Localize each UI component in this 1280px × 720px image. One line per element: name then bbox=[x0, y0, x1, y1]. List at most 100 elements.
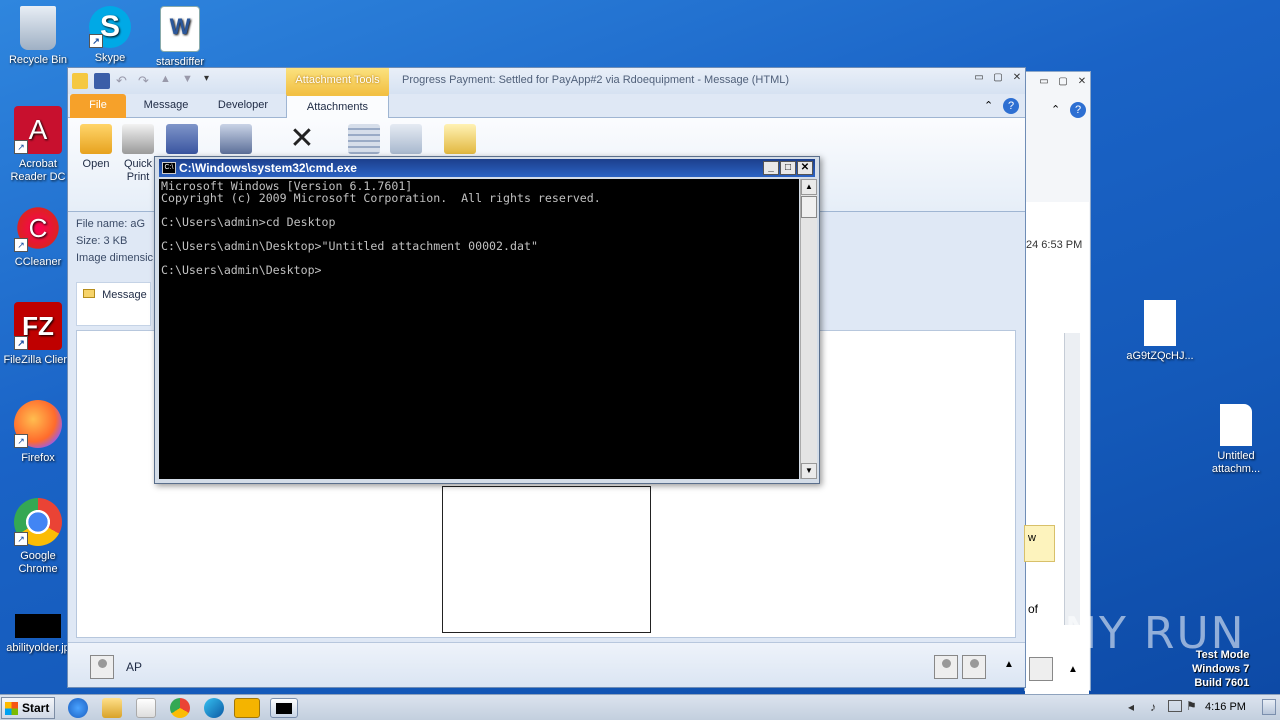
scroll-thumb[interactable] bbox=[801, 196, 817, 218]
shortcut-arrow-icon: ↗ bbox=[89, 34, 103, 48]
minimize-icon[interactable]: ▭ bbox=[1037, 76, 1051, 88]
next-item-icon[interactable]: ▼ bbox=[182, 73, 198, 89]
edge-taskbar-icon[interactable] bbox=[204, 698, 224, 718]
acrobat-label: Acrobat Reader DC bbox=[10, 158, 66, 183]
filezilla-icon: FZ ↗ bbox=[14, 302, 62, 350]
chrome-taskbar-icon[interactable] bbox=[170, 698, 190, 718]
skype-icon: S ↗ bbox=[89, 6, 131, 48]
start-button[interactable]: Start bbox=[1, 697, 55, 719]
window-controls: ▭ ▢ ✕ bbox=[972, 72, 1024, 84]
background-note: w bbox=[1024, 525, 1055, 562]
show-desktop-button[interactable] bbox=[1262, 699, 1276, 715]
contact-avatar[interactable] bbox=[934, 655, 958, 679]
expand-people-pane-icon[interactable]: ▲ bbox=[1004, 659, 1014, 670]
contact-avatar[interactable] bbox=[962, 655, 986, 679]
ag9tzqchj-desktop-icon[interactable]: aG9tZQcHJ... bbox=[1122, 300, 1198, 363]
open-label: Open bbox=[82, 158, 110, 170]
chrome-desktop-icon[interactable]: ↗ Google Chrome bbox=[0, 498, 76, 576]
chrome-label: Google Chrome bbox=[18, 550, 58, 575]
cmd-window[interactable]: C:\ C:\Windows\system32\cmd.exe _ □ ✕ Mi… bbox=[154, 156, 820, 484]
previous-item-icon[interactable]: ▲ bbox=[160, 73, 176, 89]
ccleaner-label: CCleaner bbox=[14, 256, 62, 268]
tray-expand-icon[interactable]: ◂ bbox=[1128, 700, 1134, 714]
scroll-down-icon[interactable]: ▼ bbox=[801, 463, 817, 479]
customize-toolbar-icon[interactable]: ▾ bbox=[204, 73, 220, 89]
background-scrollbar[interactable] bbox=[1064, 333, 1080, 625]
untitled-attachment-label: Untitled attachm... bbox=[1211, 450, 1261, 475]
action-center-flag-icon[interactable]: ⚑ bbox=[1186, 699, 1197, 713]
ccleaner-desktop-icon[interactable]: C ↗ CCleaner bbox=[0, 204, 76, 269]
tab-developer[interactable]: Developer bbox=[208, 94, 278, 118]
message-item-tab[interactable]: Message bbox=[76, 282, 151, 326]
quick-print-button[interactable]: Quick Print bbox=[118, 124, 158, 184]
background-received-time: 24 6:53 PM bbox=[1026, 239, 1083, 251]
close-icon[interactable]: ✕ bbox=[1075, 76, 1089, 88]
maximize-icon[interactable]: □ bbox=[780, 161, 796, 175]
acrobat-desktop-icon[interactable]: A ↗ Acrobat Reader DC bbox=[0, 106, 76, 184]
close-icon[interactable]: ✕ bbox=[1010, 72, 1024, 84]
firefox-desktop-icon[interactable]: ↗ Firefox bbox=[0, 400, 76, 465]
cmd-title-bar[interactable]: C:\ C:\Windows\system32\cmd.exe _ □ ✕ bbox=[159, 159, 815, 177]
minimize-icon[interactable]: _ bbox=[763, 161, 779, 175]
skype-label: Skype bbox=[94, 52, 126, 64]
volume-icon[interactable]: ♪ bbox=[1150, 700, 1156, 714]
tab-file[interactable]: File bbox=[70, 94, 126, 118]
open-button[interactable]: Open bbox=[76, 124, 116, 170]
show-message-button[interactable] bbox=[440, 124, 480, 158]
attachment-info: File name: aG Size: 3 KB Image dimensic bbox=[76, 216, 153, 267]
cmd-scrollbar[interactable]: ▲ ▼ bbox=[800, 179, 817, 479]
chrome-icon: ↗ bbox=[14, 498, 62, 546]
firefox-icon: ↗ bbox=[14, 400, 62, 448]
internet-explorer-taskbar-icon[interactable] bbox=[68, 698, 88, 718]
undo-icon[interactable]: ↶ bbox=[116, 73, 132, 89]
save-all-attachments-button[interactable] bbox=[216, 124, 256, 158]
help-icon[interactable]: ? bbox=[1003, 98, 1019, 114]
starsdiffer-desktop-icon[interactable]: W starsdiffer bbox=[142, 6, 218, 69]
select-all-icon bbox=[348, 124, 380, 154]
collapse-ribbon-icon[interactable]: ⌃ bbox=[1051, 103, 1060, 116]
untitled-attachment-desktop-icon[interactable]: Untitled attachm... bbox=[1198, 404, 1274, 476]
copy-button[interactable] bbox=[386, 124, 426, 158]
redo-icon[interactable]: ↷ bbox=[138, 73, 154, 89]
test-mode-line2: Windows 7 bbox=[1192, 663, 1250, 675]
background-outlook-window[interactable]: ▭ ▢ ✕ ⌃ ? bbox=[1024, 71, 1091, 694]
media-player-taskbar-icon[interactable] bbox=[136, 698, 156, 718]
abilityolder-desktop-icon[interactable]: abilityolder.jp bbox=[0, 614, 76, 655]
test-mode-line1: Test Mode bbox=[1195, 649, 1250, 661]
recycle-bin-desktop-icon[interactable]: Recycle Bin bbox=[0, 6, 76, 67]
remove-attachment-button[interactable]: ✕ bbox=[282, 124, 322, 158]
background-contact-avatar[interactable] bbox=[1029, 657, 1053, 681]
quick-print-label-line1: Quick bbox=[123, 158, 153, 170]
maximize-icon[interactable]: ▢ bbox=[991, 72, 1005, 84]
cmd-taskbar-icon[interactable] bbox=[270, 698, 298, 718]
network-icon[interactable] bbox=[1168, 700, 1182, 712]
contact-avatar[interactable] bbox=[90, 655, 114, 679]
skype-desktop-icon[interactable]: S ↗ Skype bbox=[72, 6, 148, 65]
quick-access-toolbar: ↶ ↷ ▲ ▼ ▾ bbox=[72, 73, 220, 89]
scroll-up-icon[interactable]: ▲ bbox=[801, 179, 817, 195]
console-line: C:\Users\admin\Desktop>"Untitled attachm… bbox=[161, 239, 538, 253]
console-output[interactable]: Microsoft Windows [Version 6.1.7601] Copy… bbox=[159, 179, 799, 479]
select-all-button[interactable] bbox=[344, 124, 384, 158]
tab-attachments[interactable]: Attachments bbox=[286, 94, 389, 118]
image-file-icon bbox=[15, 614, 61, 638]
save-as-icon bbox=[166, 124, 198, 154]
filezilla-desktop-icon[interactable]: FZ ↗ FileZilla Client bbox=[0, 302, 76, 367]
help-icon[interactable]: ? bbox=[1070, 102, 1086, 118]
close-icon[interactable]: ✕ bbox=[797, 161, 813, 175]
taskbar-clock[interactable]: 4:16 PM bbox=[1205, 701, 1246, 713]
tab-message[interactable]: Message bbox=[134, 94, 198, 118]
background-expand-icon[interactable]: ▲ bbox=[1068, 664, 1078, 675]
size-label: Size: 3 KB bbox=[76, 235, 128, 247]
folder-open-icon bbox=[80, 124, 112, 154]
save-icon[interactable] bbox=[94, 73, 110, 89]
maximize-icon[interactable]: ▢ bbox=[1056, 76, 1070, 88]
outlook-taskbar-icon[interactable] bbox=[234, 698, 260, 718]
file-explorer-taskbar-icon[interactable] bbox=[102, 698, 122, 718]
save-as-button[interactable] bbox=[162, 124, 202, 158]
word-document-icon: W bbox=[160, 6, 200, 52]
window-title: Progress Payment: Settled for PayApp#2 v… bbox=[402, 74, 790, 86]
minimize-icon[interactable]: ▭ bbox=[972, 72, 986, 84]
collapse-ribbon-icon[interactable]: ⌃ bbox=[984, 99, 993, 112]
envelope-icon bbox=[83, 289, 95, 298]
